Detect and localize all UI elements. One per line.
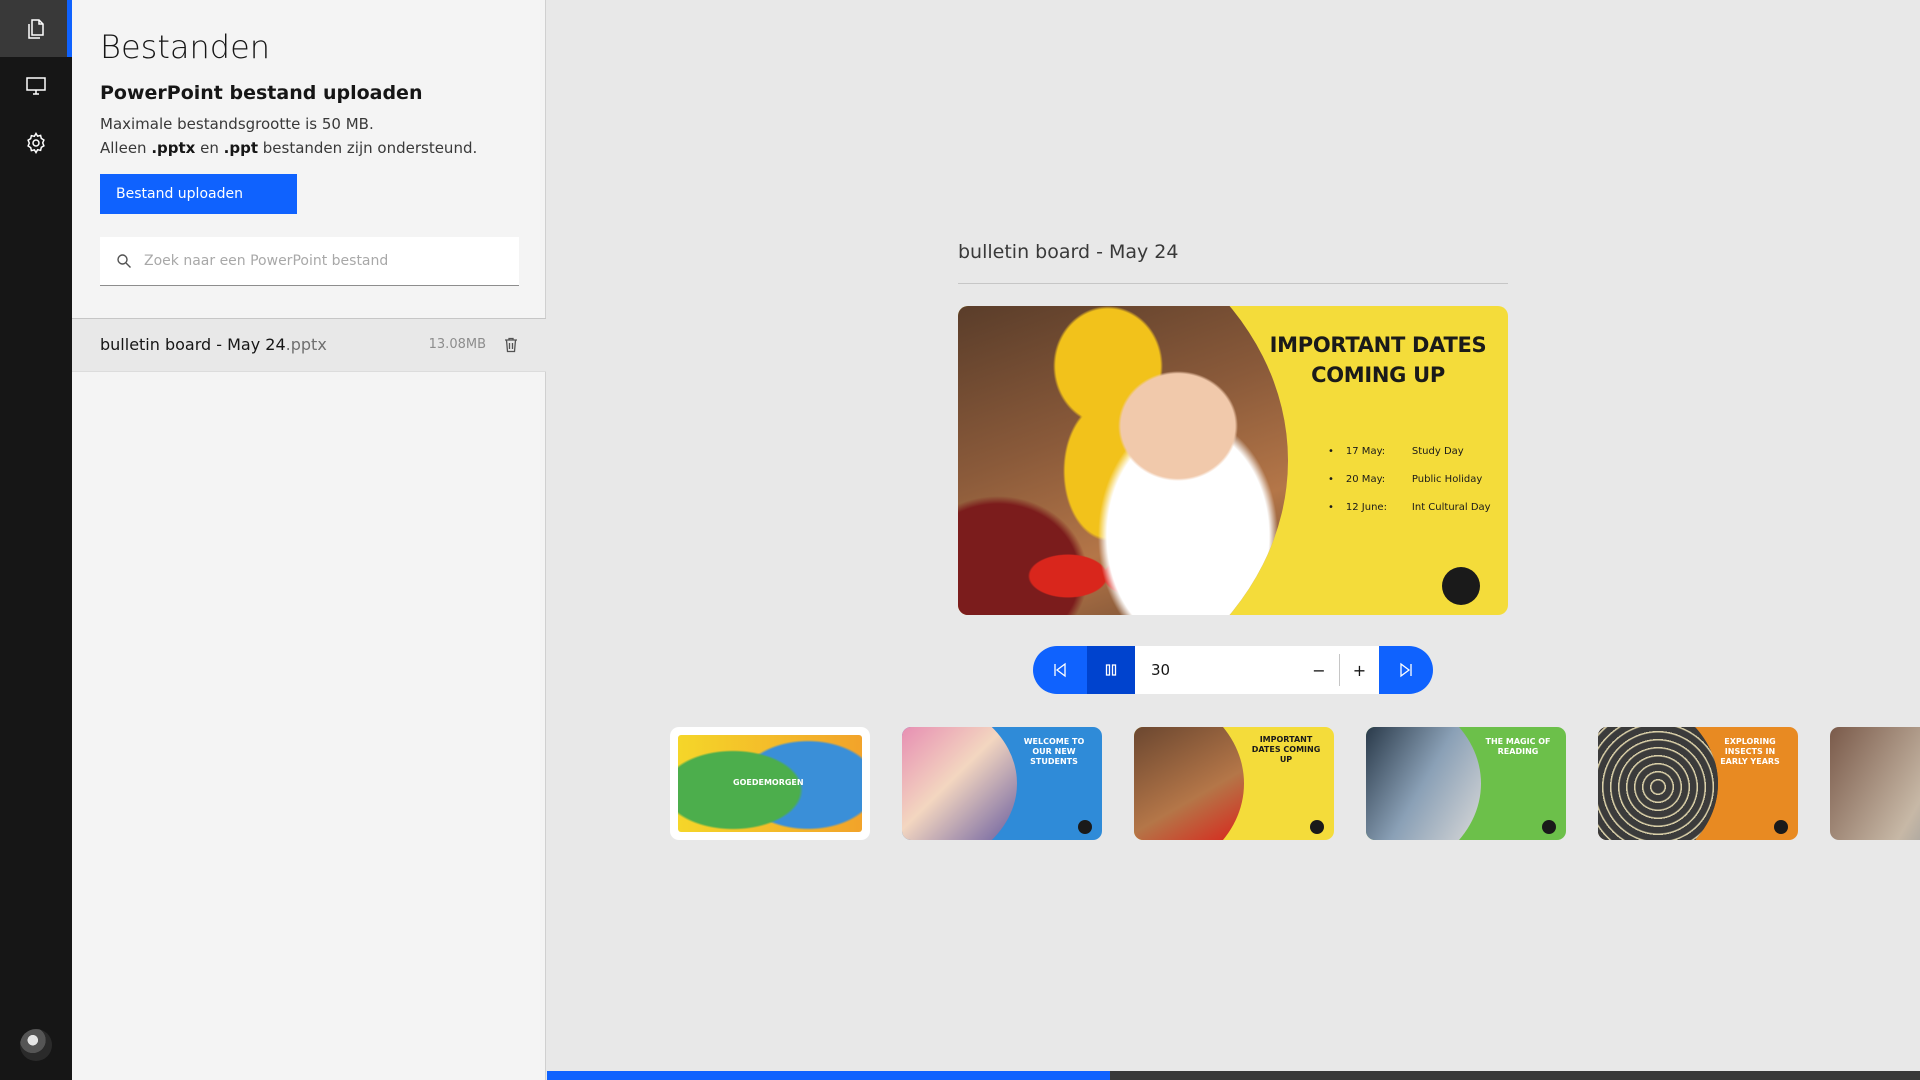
thumbnail-1[interactable]: GOEDEMORGEN [670,727,870,840]
thumbnail-label: WELCOME TO OUR NEW STUDENTS [1023,737,1085,766]
rail-item-files[interactable] [0,0,72,57]
increment-button[interactable]: + [1339,654,1379,686]
deck-title: bulletin board - May 24 [958,241,1179,263]
school-logo [1078,820,1092,834]
upload-info: Maximale bestandsgrootte is 50 MB. Allee… [100,112,477,160]
max-size-text: Maximale bestandsgrootte is 50 MB. [100,115,374,133]
supported-types-text: Alleen .pptx en .ppt bestanden zijn onde… [100,139,478,157]
thumbnail-label: EXPLORING INSECTS IN EARLY YEARS [1720,737,1780,766]
duration-stepper: − + [1135,646,1379,694]
next-slide-button[interactable] [1379,646,1433,694]
pause-button[interactable] [1087,646,1135,694]
file-name: bulletin board - May 24.pptx [100,335,327,354]
deck-title-divider [958,283,1508,284]
list-item: 20 May:Public Holiday [1328,474,1491,502]
file-row[interactable]: bulletin board - May 24.pptx 13.08MB [72,319,546,372]
skip-forward-icon [1400,662,1412,678]
thumbnail-6[interactable] [1830,727,1920,840]
slide-photo [958,306,1288,615]
list-item: 12 June:Int Cultural Day [1328,502,1491,530]
progress-fill [547,1071,1110,1080]
thumbnail-label: GOEDEMORGEN [733,778,804,787]
school-logo [1774,820,1788,834]
delete-file-button[interactable] [502,335,520,355]
avatar[interactable] [20,1029,52,1061]
thumbnail-3[interactable]: IMPORTANT DATES COMING UP [1134,727,1334,840]
rail-item-settings[interactable] [0,114,72,171]
file-size: 13.08MB [428,337,486,352]
thumbnail-5[interactable]: EXPLORING INSECTS IN EARLY YEARS [1598,727,1798,840]
duration-input[interactable] [1151,646,1301,694]
upload-heading: PowerPoint bestand uploaden [100,82,423,104]
slide-progress-bar [547,1071,1920,1080]
files-panel: Bestanden PowerPoint bestand uploaden Ma… [72,0,546,1080]
school-logo [1442,567,1480,605]
thumbnail-4[interactable]: THE MAGIC OF READING [1366,727,1566,840]
thumbnail-2[interactable]: WELCOME TO OUR NEW STUDENTS [902,727,1102,840]
playback-controls: − + [1033,646,1433,694]
nav-rail [0,0,72,1080]
monitor-icon [26,76,46,95]
decrement-button[interactable]: − [1299,654,1339,686]
slide-heading: IMPORTANT DATES COMING UP [1269,333,1487,387]
pause-icon [1105,664,1117,676]
upload-button[interactable]: Bestand uploaden [100,174,297,214]
panel-title: Bestanden [100,28,271,66]
slide-date-list: 17 May:Study Day 20 May:Public Holiday 1… [1328,446,1491,530]
slide-preview: IMPORTANT DATES COMING UP 17 May:Study D… [958,306,1508,615]
search-input[interactable] [144,237,504,285]
search-icon [117,254,131,268]
files-icon [28,18,44,39]
slide-thumbnails: GOEDEMORGEN WELCOME TO OUR NEW STUDENTS … [670,727,1920,840]
previous-slide-button[interactable] [1033,646,1087,694]
thumbnail-label: IMPORTANT DATES COMING UP [1251,735,1321,764]
school-logo [1542,820,1556,834]
school-logo [1310,820,1324,834]
settings-icon [27,131,45,154]
trash-icon [505,337,517,353]
list-item: 17 May:Study Day [1328,446,1491,474]
thumbnail-label: THE MAGIC OF READING [1485,737,1551,756]
skip-back-icon [1054,662,1066,678]
search-field [100,237,519,286]
rail-item-screens[interactable] [0,57,72,114]
